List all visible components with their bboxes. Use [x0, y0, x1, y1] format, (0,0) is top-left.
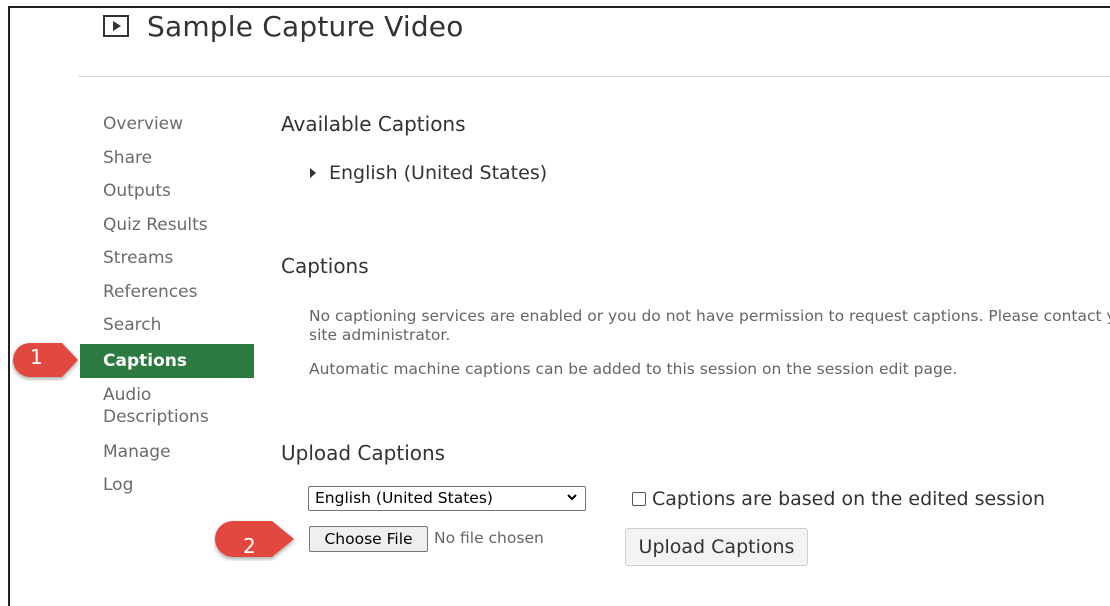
sidebar-item-quiz-results[interactable]: Quiz Results [80, 214, 208, 236]
edited-session-checkbox[interactable]: Captions are based on the edited session [632, 488, 1045, 510]
page-header: Sample Capture Video [103, 10, 464, 43]
sidebar-item-streams[interactable]: Streams [80, 247, 173, 269]
upload-captions-heading: Upload Captions [281, 441, 446, 465]
callout-1-marker [13, 343, 78, 377]
sidebar-item-captions[interactable]: Captions [80, 344, 254, 378]
caption-item-english[interactable]: English (United States) [310, 162, 547, 184]
sidebar-item-references[interactable]: References [80, 281, 197, 303]
header-divider [78, 76, 1110, 77]
choose-file-button[interactable]: Choose File [309, 526, 428, 552]
caret-right-icon [310, 168, 316, 178]
sidebar-item-overview[interactable]: Overview [80, 113, 183, 135]
chevron-down-icon [567, 494, 577, 501]
sidebar-item-audio-descriptions[interactable]: Audio Descriptions [80, 384, 253, 428]
callout-2-marker [215, 521, 294, 557]
edited-session-checkbox-label: Captions are based on the edited session [652, 488, 1045, 510]
captions-notice-line2: site administrator. [309, 326, 451, 344]
callout-2-number: 2 [243, 534, 256, 558]
file-status-text: No file chosen [434, 529, 544, 547]
captions-notice-line1: No captioning services are enabled or yo… [309, 307, 1110, 325]
checkbox-box[interactable] [632, 492, 646, 506]
sidebar-item-outputs[interactable]: Outputs [80, 180, 171, 202]
sidebar-item-manage[interactable]: Manage [80, 441, 171, 463]
available-captions-heading: Available Captions [281, 112, 466, 136]
captions-heading: Captions [281, 254, 369, 278]
callout-1-number: 1 [30, 345, 43, 369]
language-select[interactable]: English (United States) [308, 486, 586, 511]
page-title: Sample Capture Video [147, 10, 464, 43]
sidebar-item-log[interactable]: Log [80, 474, 133, 496]
caption-item-label: English (United States) [329, 162, 548, 184]
captions-notice-line3: Automatic machine captions can be added … [309, 360, 958, 378]
sidebar-item-search[interactable]: Search [80, 314, 161, 336]
sidebar-item-share[interactable]: Share [80, 147, 152, 169]
upload-captions-button[interactable]: Upload Captions [625, 528, 808, 566]
language-select-value: English (United States) [315, 489, 493, 507]
video-play-icon [103, 14, 129, 37]
